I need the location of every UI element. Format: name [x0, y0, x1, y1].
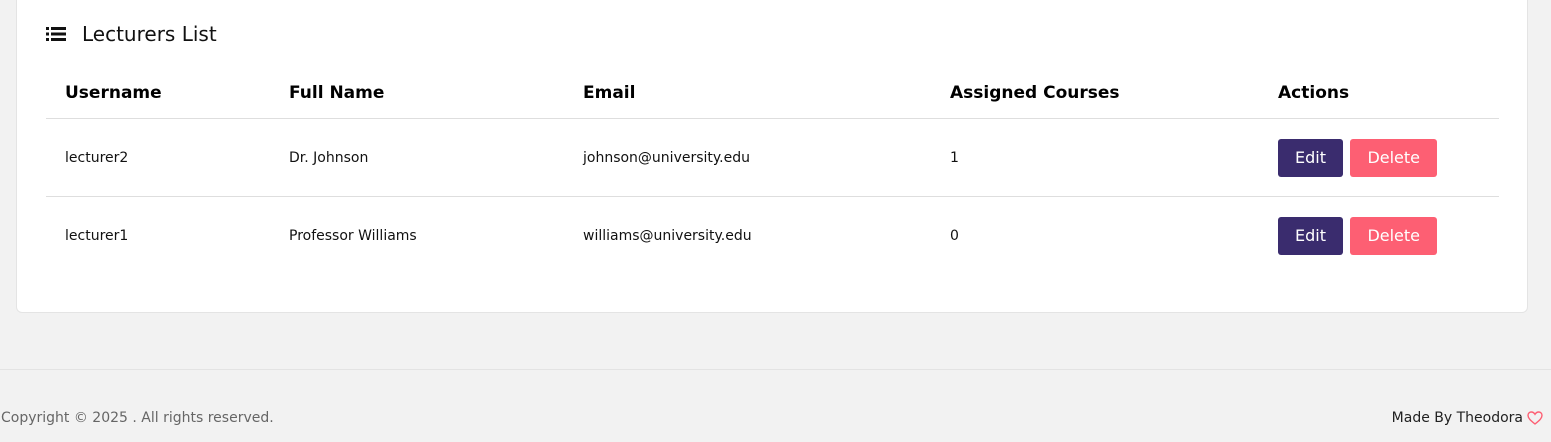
card-header: Lecturers List [46, 22, 217, 46]
table-row: lecturer2 Dr. Johnson johnson@university… [46, 118, 1499, 197]
cell-full-name: Dr. Johnson [270, 118, 564, 197]
cell-actions: Edit Delete [1259, 197, 1499, 275]
lecturers-table: Username Full Name Email Assigned Course… [46, 67, 1499, 274]
list-icon [46, 26, 66, 42]
footer-divider [0, 369, 1551, 370]
header-username: Username [46, 67, 270, 119]
cell-email: johnson@university.edu [564, 118, 931, 197]
heart-icon [1527, 411, 1543, 425]
header-assigned-courses: Assigned Courses [931, 67, 1259, 119]
card-title: Lecturers List [82, 22, 217, 46]
cell-username: lecturer1 [65, 227, 129, 244]
made-by-text: Made By Theodora [1391, 410, 1523, 426]
delete-button[interactable]: Delete [1350, 138, 1438, 177]
made-by: Made By Theodora [1392, 410, 1543, 426]
cell-assigned-courses: 0 [950, 227, 959, 244]
header-email: Email [564, 67, 931, 119]
edit-button[interactable]: Edit [1278, 138, 1343, 177]
cell-username: lecturer2 [46, 118, 270, 197]
edit-button[interactable]: Edit [1278, 216, 1343, 255]
cell-assigned-courses: 1 [931, 118, 1259, 197]
lecturers-card: Lecturers List Username Full Name Email … [16, 0, 1528, 313]
cell-email: williams@university.edu [583, 227, 752, 244]
cell-full-name: Professor Williams [289, 227, 417, 244]
cell-actions: Edit Delete [1259, 118, 1499, 197]
table-row: lecturer1 Professor Williams williams@un… [46, 197, 1499, 275]
copyright-text: Copyright © 2025 . All rights reserved. [1, 410, 274, 426]
header-actions: Actions [1259, 67, 1499, 119]
table-header-row: Username Full Name Email Assigned Course… [46, 67, 1499, 119]
header-full-name: Full Name [270, 67, 564, 119]
delete-button[interactable]: Delete [1350, 216, 1438, 255]
